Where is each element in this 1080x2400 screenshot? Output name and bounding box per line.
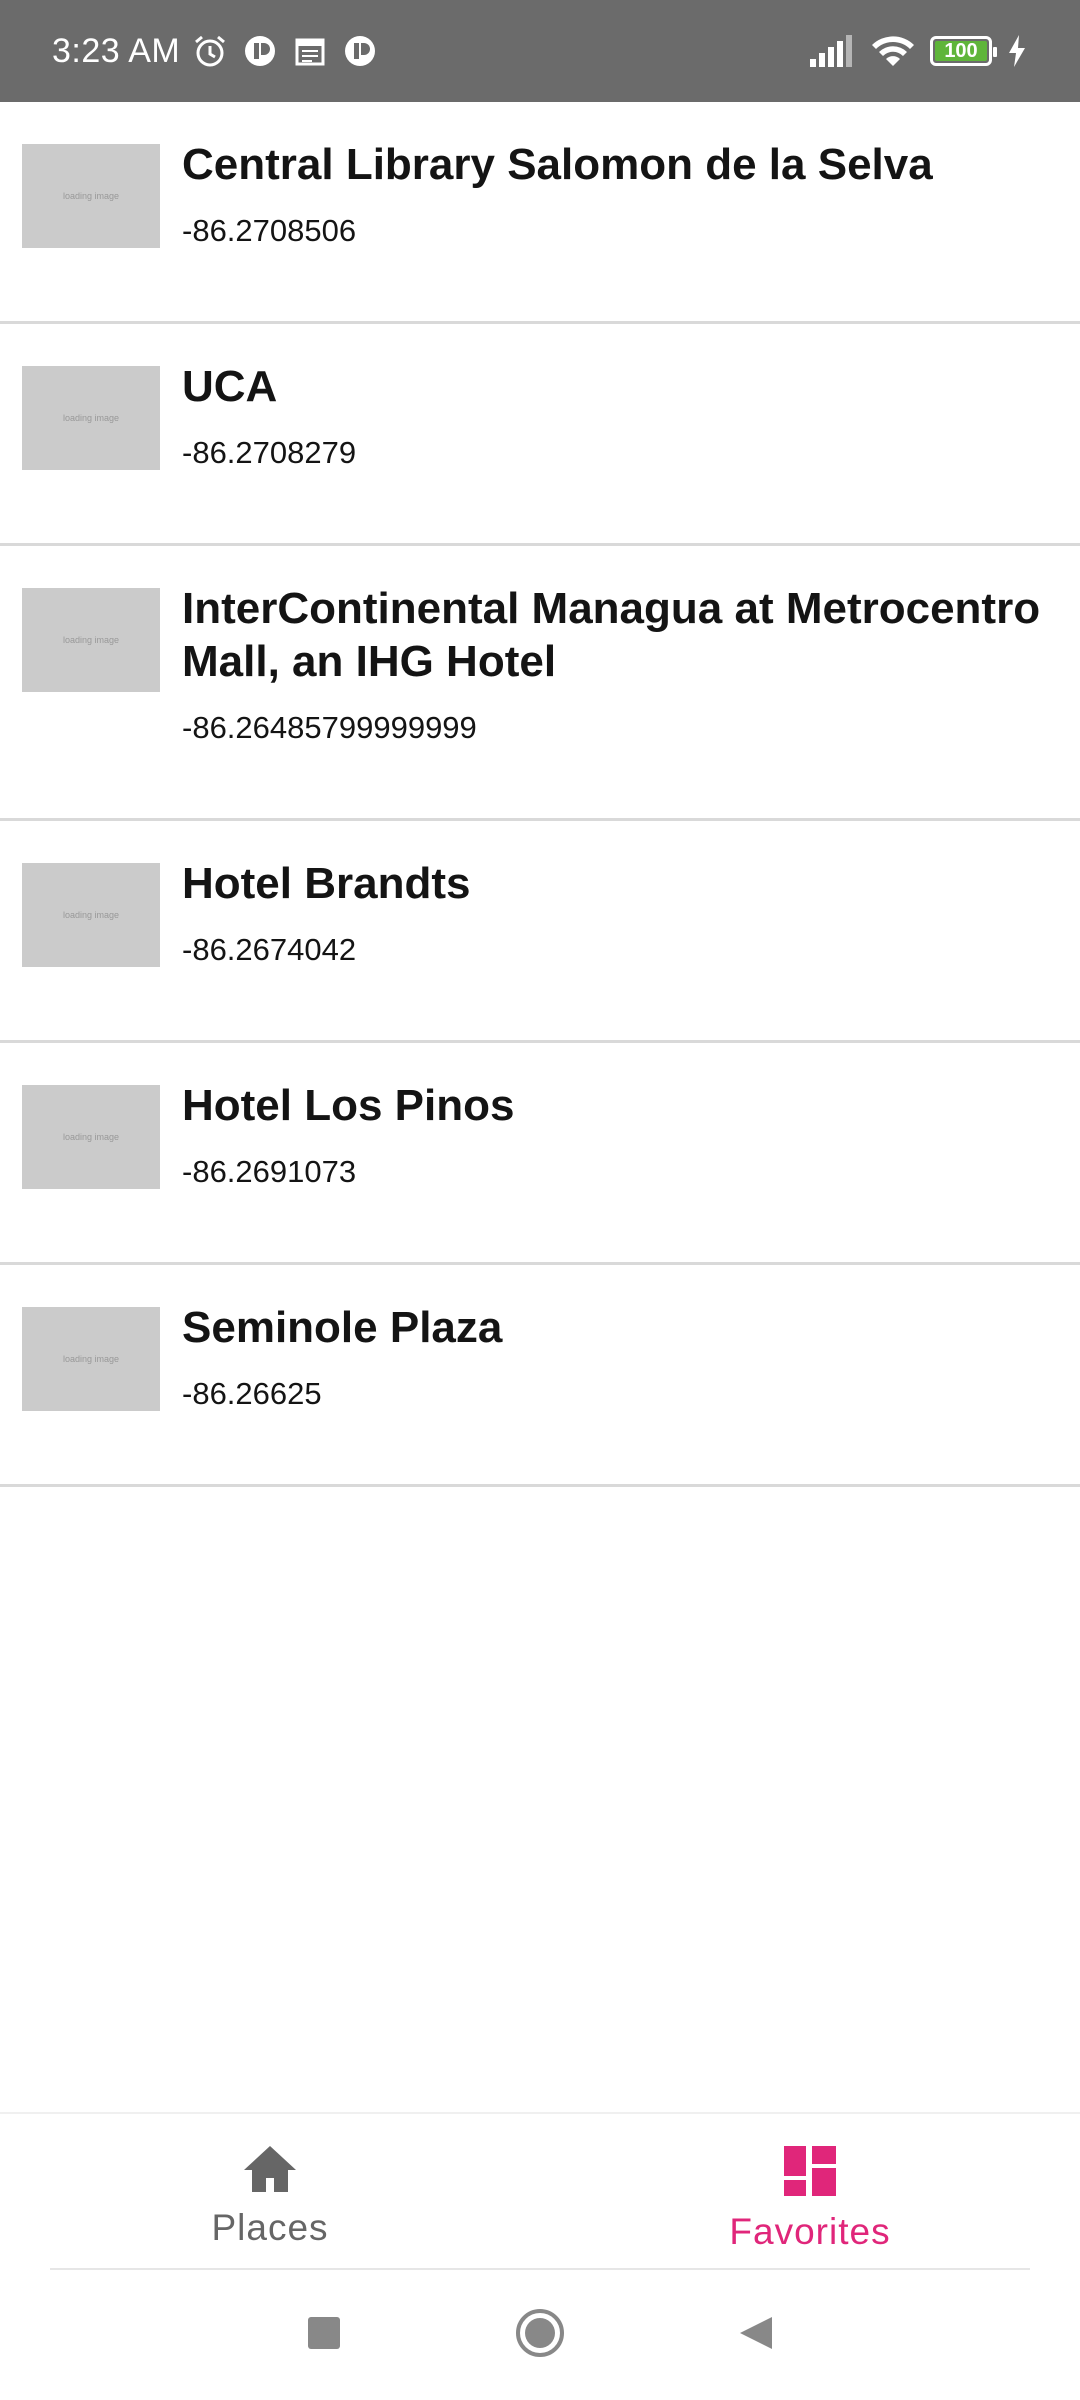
status-bar: 3:23 AM 100 (0, 0, 1080, 102)
recents-icon[interactable] (304, 2313, 344, 2358)
dashboard-icon (782, 2144, 838, 2203)
list-item[interactable]: loading image Seminole Plaza -86.26625 (0, 1265, 1080, 1487)
place-coordinate: -86.26485799999999 (182, 710, 477, 745)
place-coordinate: -86.2708279 (182, 435, 357, 470)
place-thumbnail: loading image (22, 863, 160, 967)
list-item[interactable]: loading image UCA -86.2708279 (0, 324, 1080, 546)
place-coordinate: -86.2708506 (182, 213, 357, 248)
nav-label-places: Places (211, 2207, 329, 2248)
favorites-list: loading image Central Library Salomon de… (0, 102, 1080, 1487)
signal-icon (808, 33, 856, 69)
system-navigation-bar (0, 2270, 1080, 2400)
home-icon (242, 2144, 298, 2199)
list-item[interactable]: loading image Hotel Los Pinos -86.269107… (0, 1043, 1080, 1265)
place-thumbnail: loading image (22, 1307, 160, 1411)
bottom-navigation: Places Favorites (0, 2112, 1080, 2270)
list-item[interactable]: loading image InterContinental Managua a… (0, 546, 1080, 821)
place-title: UCA (182, 362, 278, 411)
status-system-icons: 100 (808, 33, 1028, 69)
charging-icon (1006, 33, 1028, 69)
place-title: Central Library Salomon de la Selva (182, 140, 933, 189)
list-item[interactable]: loading image Central Library Salomon de… (0, 102, 1080, 324)
place-coordinate: -86.26625 (182, 1376, 322, 1411)
calendar-icon (292, 33, 328, 69)
app-notification-icon (342, 33, 378, 69)
nav-tab-favorites[interactable]: Favorites (540, 2114, 1080, 2270)
battery-icon: 100 (930, 36, 997, 66)
place-title: Hotel Brandts (182, 859, 471, 908)
nav-tab-places[interactable]: Places (0, 2114, 540, 2270)
place-title: InterContinental Managua at Metrocentro … (182, 584, 1041, 686)
back-icon[interactable] (736, 2313, 776, 2358)
wifi-icon (870, 33, 916, 69)
place-thumbnail: loading image (22, 588, 160, 692)
nav-label-favorites: Favorites (729, 2211, 891, 2252)
place-title: Hotel Los Pinos (182, 1081, 515, 1130)
place-thumbnail: loading image (22, 144, 160, 248)
status-time: 3:23 AM (52, 31, 181, 70)
alarm-icon (192, 33, 228, 69)
place-coordinate: -86.2691073 (182, 1154, 357, 1189)
list-item[interactable]: loading image Hotel Brandts -86.2674042 (0, 821, 1080, 1043)
battery-level: 100 (944, 39, 978, 62)
app-notification-icon (242, 33, 278, 69)
place-coordinate: -86.2674042 (182, 932, 357, 967)
place-thumbnail: loading image (22, 1085, 160, 1189)
status-notification-icons (192, 33, 378, 69)
home-icon[interactable] (514, 2307, 566, 2364)
place-title: Seminole Plaza (182, 1303, 503, 1352)
place-thumbnail: loading image (22, 366, 160, 470)
